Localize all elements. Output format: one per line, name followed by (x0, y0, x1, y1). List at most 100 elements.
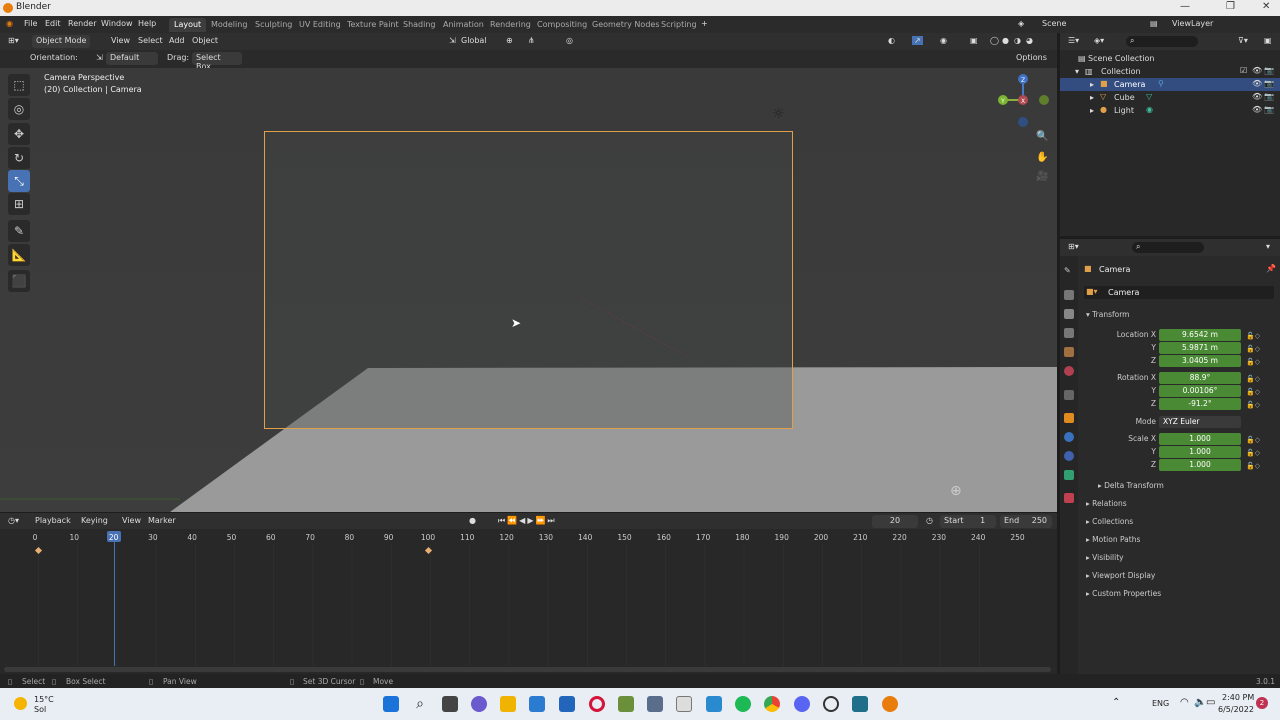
menu-playback[interactable]: Playback (35, 516, 71, 525)
end-frame-field[interactable]: End 250 (1000, 515, 1052, 528)
move-tool-icon[interactable]: ✥ (8, 123, 30, 145)
material-shading-icon[interactable]: ◑ (1014, 36, 1021, 45)
menu-object[interactable]: Object (192, 36, 218, 45)
menu-select[interactable]: Select (138, 36, 163, 45)
eye-icon[interactable]: 👁 (1252, 66, 1262, 75)
battery-icon[interactable]: ▭ (1206, 697, 1215, 708)
outliner-item-camera[interactable]: ▸ ■ Camera ⚲ 👁 📷 (1060, 78, 1280, 91)
expand-icon[interactable]: ▸ (1090, 106, 1094, 115)
file-explorer-icon[interactable] (500, 696, 516, 712)
3d-viewport[interactable]: Camera Perspective (20) Collection | Cam… (0, 68, 1057, 512)
language-indicator[interactable]: ENG (1152, 699, 1169, 708)
properties-options-icon[interactable]: ▾ (1266, 242, 1270, 251)
gizmo-toggle-icon[interactable]: ↗ (912, 36, 923, 45)
record-icon[interactable]: ● (469, 516, 476, 525)
pan-hand-icon[interactable]: ✋ (1036, 152, 1048, 163)
discord-icon[interactable] (794, 696, 810, 712)
wireframe-shading-icon[interactable]: ◯ (990, 36, 999, 45)
rotation-y-field[interactable]: 0.00106° (1159, 385, 1241, 397)
location-y-field[interactable]: 5.9871 m (1159, 342, 1241, 354)
transform-panel-header[interactable]: ▾ Transform (1086, 310, 1129, 319)
gizmo-neg-z-axis[interactable] (1018, 117, 1028, 127)
tab-sculpting[interactable]: Sculpting (250, 18, 297, 32)
screen-app-icon[interactable] (706, 696, 722, 712)
menu-edit[interactable]: Edit (45, 19, 61, 28)
tab-uv-editing[interactable]: UV Editing (294, 18, 346, 32)
spotify-icon[interactable] (735, 696, 751, 712)
menu-file[interactable]: File (24, 19, 37, 28)
transform-orientation-dropdown[interactable]: Global (461, 36, 487, 45)
camera-view-icon[interactable]: 🎥 (1036, 171, 1048, 182)
relations-panel[interactable]: ▸ Relations (1086, 499, 1127, 508)
location-x-field[interactable]: 9.6542 m (1159, 329, 1241, 341)
rotation-mode-dropdown[interactable]: XYZ Euler (1159, 416, 1241, 428)
rotate-tool-icon[interactable]: ↻ (8, 147, 30, 169)
scene-tab-icon[interactable] (1064, 347, 1074, 357)
visibility-panel[interactable]: ▸ Visibility (1086, 553, 1124, 562)
annotate-tool-icon[interactable]: ✎ (8, 220, 30, 242)
menu-timeline-view[interactable]: View (122, 516, 141, 525)
outliner-item-cube[interactable]: ▸ ▽ Cube ▽ 👁 📷 (1060, 91, 1280, 104)
constraints-tab-icon[interactable] (1064, 451, 1074, 461)
minecraft-icon[interactable] (618, 696, 634, 712)
playhead-line[interactable] (113, 542, 115, 666)
add-cube-tool-icon[interactable]: ⬛ (8, 270, 30, 292)
collection-expand-icon[interactable]: ▾ (1075, 67, 1079, 76)
chrome-icon[interactable] (764, 696, 780, 712)
editor-type-icon[interactable]: ⊞▾ (8, 36, 19, 45)
minimize-icon[interactable]: — (1180, 1, 1190, 12)
proportional-edit-icon[interactable]: ◎ (566, 36, 573, 45)
pivot-icon[interactable]: ⊕ (506, 36, 513, 45)
tab-animation[interactable]: Animation (438, 18, 489, 32)
notes-icon[interactable] (676, 696, 692, 712)
notification-badge[interactable]: 2 (1256, 697, 1268, 709)
playback-controls-icon[interactable]: ⏮⏪◀▶⏩⏭ (498, 516, 557, 526)
outliner-item-light[interactable]: ▸ ● Light ◉ 👁 📷 (1060, 104, 1280, 117)
zoom-icon[interactable]: 🔍 (1036, 131, 1048, 142)
drag-dropdown[interactable]: Select Box (192, 52, 242, 71)
output-tab-icon[interactable] (1064, 309, 1074, 319)
world-tab-icon[interactable] (1064, 366, 1074, 376)
collection-row[interactable]: ▾ ▥ Collection ☑ 👁 📷 (1060, 65, 1280, 78)
tab-shading[interactable]: Shading (398, 18, 441, 32)
collection-tab-icon[interactable] (1064, 390, 1074, 400)
snap-icon[interactable]: ⋔ (528, 36, 535, 45)
search-icon[interactable]: ⌕ (412, 696, 428, 712)
tab-modeling[interactable]: Modeling (206, 18, 252, 32)
tab-rendering[interactable]: Rendering (485, 18, 536, 32)
tab-texture-paint[interactable]: Texture Paint (342, 18, 404, 32)
measure-tool-icon[interactable]: 📐 (8, 244, 30, 266)
scale-tool-icon[interactable]: ⤡ (8, 170, 30, 192)
volume-icon[interactable]: 🔈 (1194, 697, 1206, 708)
clock-date[interactable]: 6/5/2022 (1218, 705, 1254, 714)
filter-icon[interactable]: ⊽▾ (1238, 36, 1248, 45)
tray-chevron-up-icon[interactable]: ⌃ (1112, 697, 1120, 708)
view-layer-name[interactable]: ViewLayer (1172, 19, 1213, 28)
current-frame-field[interactable]: 20 (872, 515, 918, 528)
menu-window[interactable]: Window (101, 19, 133, 28)
navigation-gizmo[interactable]: Z X Y (995, 72, 1051, 132)
windows-start-icon[interactable] (383, 696, 399, 712)
properties-search-icon[interactable]: ⌕ (1132, 242, 1204, 253)
scale-lock-keyframe-icons[interactable]: 🔓◇ 🔓◇ 🔓◇ (1246, 434, 1260, 473)
blender-menu-icon[interactable]: ◉ (6, 19, 13, 28)
select-tool-icon[interactable]: ⬚ (8, 74, 30, 96)
new-collection-icon[interactable]: ▣ (1264, 36, 1272, 45)
outliner-search-icon[interactable]: ⌕ (1126, 36, 1198, 47)
expand-icon[interactable]: ▸ (1090, 80, 1094, 89)
render-camera-icon[interactable]: 📷 (1264, 79, 1274, 88)
wifi-icon[interactable]: ◠ (1180, 697, 1189, 708)
overlays-icon[interactable]: ◉ (940, 36, 947, 45)
tab-geometry-nodes[interactable]: Geometry Nodes (587, 18, 664, 32)
rotation-lock-keyframe-icons[interactable]: 🔓◇ 🔓◇ 🔓◇ (1246, 373, 1260, 412)
menu-add[interactable]: Add (169, 36, 185, 45)
transform-tool-icon[interactable]: ⊞ (8, 193, 30, 215)
opera-icon[interactable] (589, 696, 605, 712)
rotation-z-field[interactable]: -91.2° (1159, 398, 1241, 410)
timeline[interactable]: 0 10 20 30 40 50 60 70 80 90 100 110 120 130 140 150 160… (0, 529, 1057, 674)
clock-time[interactable]: 2:40 PM (1222, 693, 1254, 702)
properties-editor-icon[interactable]: ⊞▾ (1068, 242, 1079, 251)
gizmo-neg-y-axis[interactable] (1039, 95, 1049, 105)
start-frame-field[interactable]: Start 1 (940, 515, 996, 528)
orientation-dropdown[interactable]: Default (106, 52, 158, 65)
